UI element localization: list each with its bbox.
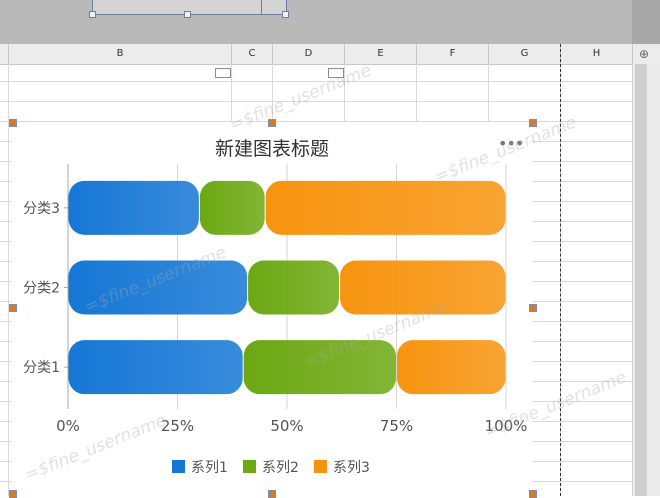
x-tick-label: 50% — [270, 417, 303, 435]
resize-handle[interactable] — [282, 11, 289, 18]
vertical-scrollbar[interactable] — [632, 64, 660, 496]
chart-resize-handle[interactable] — [529, 490, 537, 498]
column-header-g[interactable]: G — [489, 44, 561, 64]
column-header-c[interactable]: C — [232, 44, 273, 64]
chart-resize-handle[interactable] — [9, 304, 17, 312]
chart-resize-handle[interactable] — [529, 304, 537, 312]
bar-segment — [68, 180, 199, 235]
column-header-b[interactable]: B — [9, 44, 232, 64]
bar-segment — [199, 180, 265, 235]
scrollbar-thumb[interactable] — [635, 64, 647, 496]
y-tick-label: 分类3 — [23, 201, 60, 217]
chart-resize-handle[interactable] — [9, 490, 17, 498]
add-column-icon[interactable]: ⊕ — [634, 46, 654, 62]
column-header-h[interactable]: H — [561, 44, 633, 64]
column-header-bar: B C D E F G H — [0, 44, 660, 65]
page-break-line — [560, 44, 561, 496]
bar-segment — [68, 340, 243, 395]
resize-handle[interactable] — [184, 11, 191, 18]
chart-resize-handle[interactable] — [268, 490, 276, 498]
y-tick-label: 分类2 — [23, 281, 60, 297]
legend-label: 系列3 — [333, 460, 370, 476]
legend-label: 系列2 — [262, 460, 299, 476]
legend-label: 系列1 — [191, 460, 228, 476]
grid-column-line — [8, 64, 9, 496]
x-tick-label: 0% — [56, 417, 80, 435]
upper-canvas-area — [0, 0, 660, 44]
x-tick-label: 75% — [380, 417, 413, 435]
legend-swatch — [314, 460, 327, 473]
column-header-f[interactable]: F — [417, 44, 489, 64]
bar-segment — [248, 260, 340, 315]
bar-segment — [265, 180, 506, 235]
column-header-d[interactable]: D — [273, 44, 345, 64]
chart-resize-handle[interactable] — [9, 119, 17, 127]
legend-swatch — [172, 460, 185, 473]
cell-widget-box[interactable] — [215, 68, 231, 78]
legend-swatch — [243, 460, 256, 473]
column-header-e[interactable]: E — [345, 44, 417, 64]
top-scroll-area — [632, 0, 660, 44]
resize-handle[interactable] — [89, 11, 96, 18]
column-header-blank[interactable] — [0, 44, 9, 64]
bar-segment — [397, 340, 506, 395]
y-tick-label: 分类1 — [23, 360, 60, 376]
